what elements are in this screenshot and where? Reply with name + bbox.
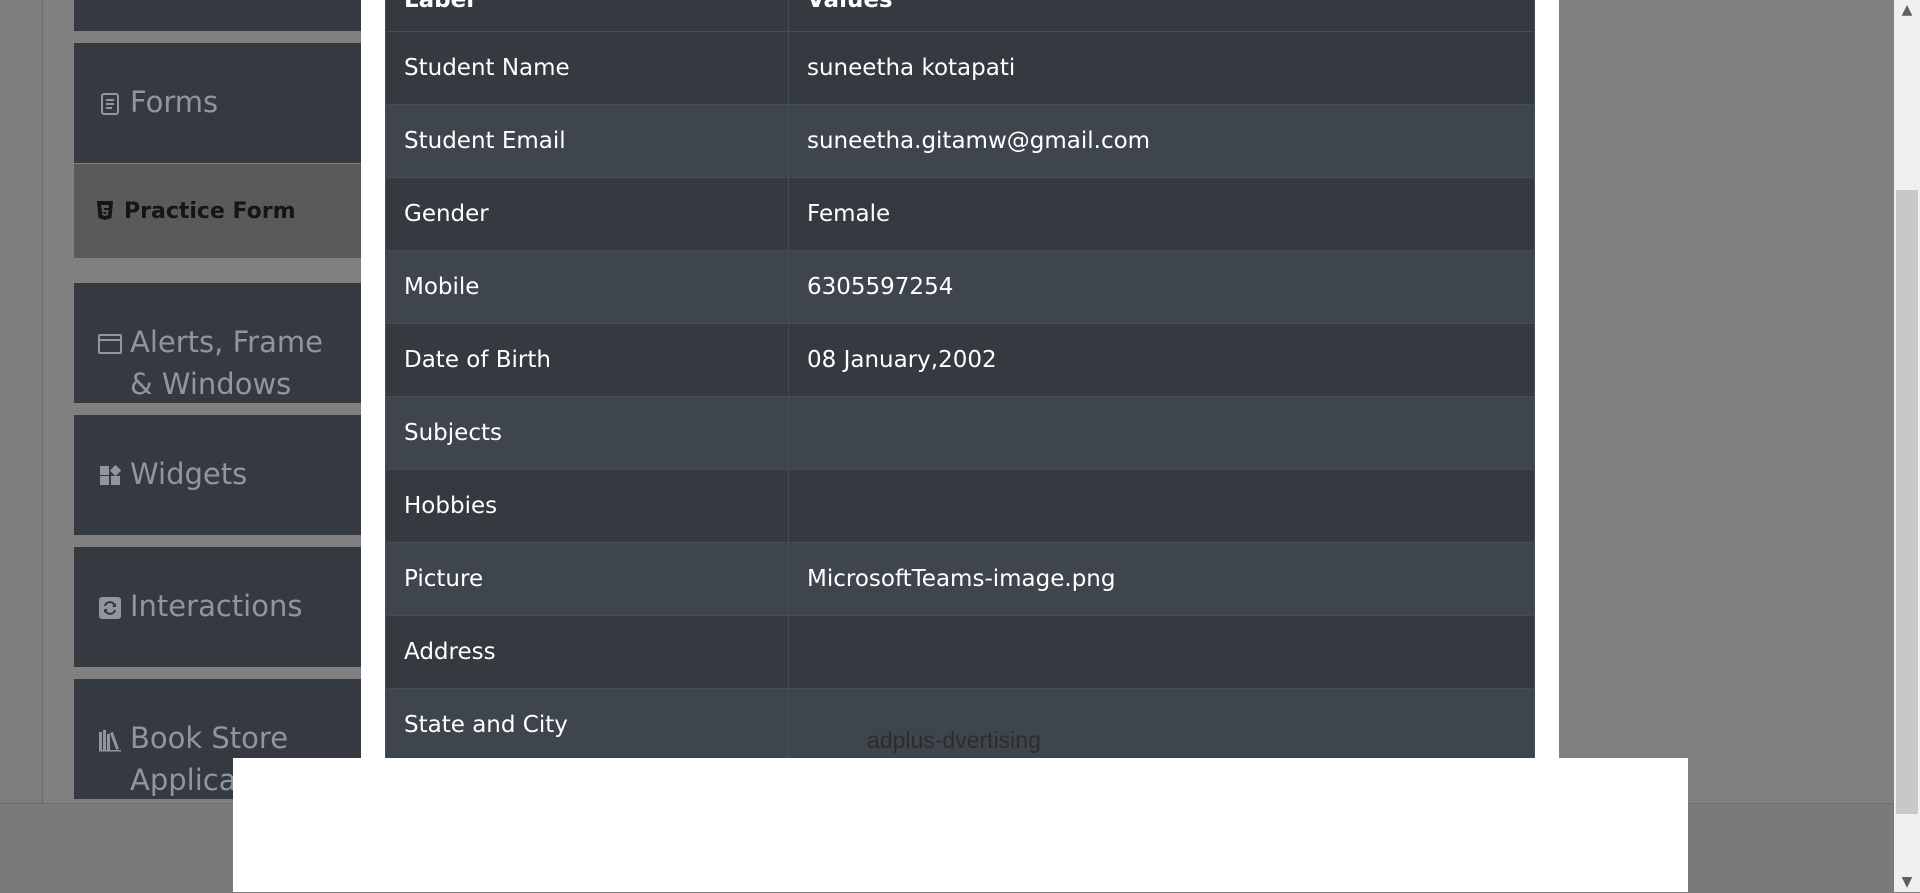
- form-icon: [101, 93, 119, 115]
- row-value: [788, 396, 1535, 470]
- sidebar-group-label: Widgets: [130, 457, 248, 491]
- sidebar-item-practice-form[interactable]: Practice Form: [74, 164, 361, 258]
- row-label: Student Name: [385, 31, 789, 105]
- table-header-row: Label Values: [385, 0, 1535, 32]
- sidebar-group-label: Forms: [130, 85, 219, 119]
- sidebar-item-label: Practice Form: [124, 198, 296, 224]
- row-label: Mobile: [385, 250, 789, 324]
- scroll-up-icon[interactable]: ▲: [1894, 0, 1920, 20]
- window-icon: [98, 334, 122, 354]
- sidebar-group-widgets[interactable]: Widgets: [74, 415, 361, 535]
- table-row: Picture MicrosoftTeams-image.png: [385, 542, 1535, 616]
- row-value: suneetha kotapati: [788, 31, 1535, 105]
- sidebar-group-label: Interactions: [130, 589, 303, 623]
- books-icon: [99, 730, 121, 752]
- submission-table: Label Values Student Name suneetha kotapa…: [385, 0, 1535, 762]
- table-row: Mobile 6305597254: [385, 250, 1535, 324]
- sidebar-group-label: Alerts, Frame & Windows: [130, 325, 323, 401]
- table-row: Address: [385, 615, 1535, 689]
- table-row: Hobbies: [385, 469, 1535, 543]
- row-value: [788, 615, 1535, 689]
- row-value: 08 January,2002: [788, 323, 1535, 397]
- sidebar-group-interactions[interactable]: Interactions: [74, 547, 361, 667]
- row-label: Subjects: [385, 396, 789, 470]
- scrollbar-thumb[interactable]: [1896, 190, 1918, 814]
- row-value: 6305597254: [788, 250, 1535, 324]
- table-row: Date of Birth 08 January,2002: [385, 323, 1535, 397]
- table-row: Subjects: [385, 396, 1535, 470]
- column-header-label: Label: [385, 0, 789, 32]
- row-label: Hobbies: [385, 469, 789, 543]
- row-value: Female: [788, 177, 1535, 251]
- row-value: [788, 469, 1535, 543]
- scroll-down-icon[interactable]: ▼: [1894, 872, 1920, 892]
- html5-icon: [97, 201, 113, 220]
- submission-modal: Label Values Student Name suneetha kotapa…: [361, 0, 1559, 762]
- table-row: Student Email suneetha.gitamw@gmail.com: [385, 104, 1535, 178]
- table-row: Gender Female: [385, 177, 1535, 251]
- column-header-values: Values: [788, 0, 1535, 32]
- sidebar-group-previous[interactable]: [74, 0, 361, 31]
- ad-placeholder-text: adplus-dvertising: [867, 727, 1041, 753]
- row-label: Picture: [385, 542, 789, 616]
- row-value: suneetha.gitamw@gmail.com: [788, 104, 1535, 178]
- sidebar-group-alerts[interactable]: Alerts, Frame & Windows: [74, 283, 361, 403]
- row-label: Date of Birth: [385, 323, 789, 397]
- widgets-icon: [100, 464, 122, 485]
- row-label: State and City: [385, 688, 789, 762]
- left-edge-panel: [0, 0, 43, 803]
- table-row: Student Name suneetha kotapati: [385, 31, 1535, 105]
- ad-banner[interactable]: [233, 758, 1688, 892]
- row-value: MicrosoftTeams-image.png: [788, 542, 1535, 616]
- row-label: Gender: [385, 177, 789, 251]
- row-label: Student Email: [385, 104, 789, 178]
- page-scrollbar[interactable]: ▲ ▼: [1894, 0, 1920, 892]
- sidebar-group-forms[interactable]: Forms: [74, 43, 361, 163]
- row-label: Address: [385, 615, 789, 689]
- interactions-icon: [99, 597, 121, 619]
